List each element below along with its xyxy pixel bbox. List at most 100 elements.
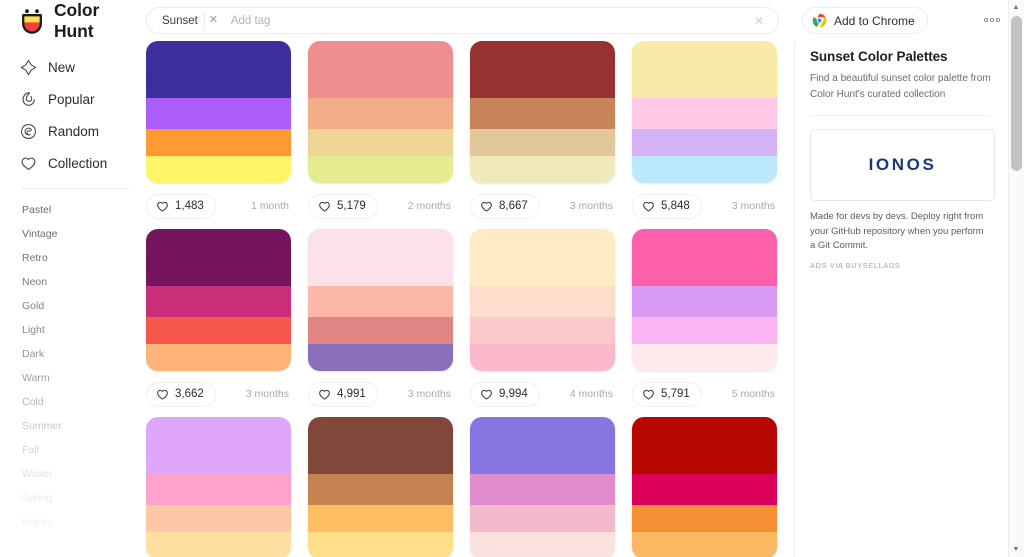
palette-color-band[interactable] bbox=[470, 156, 615, 183]
brand-logo[interactable]: Color Hunt bbox=[19, 0, 135, 42]
like-button[interactable]: 4,991 bbox=[308, 381, 378, 407]
sidebar-tag-item[interactable]: Cold bbox=[0, 390, 146, 414]
palette-color-band[interactable] bbox=[632, 229, 777, 286]
palette-color-band[interactable] bbox=[146, 41, 291, 98]
add-to-chrome-button[interactable]: Add to Chrome bbox=[802, 7, 928, 34]
caret-up-icon[interactable]: ▲ bbox=[1008, 0, 1024, 15]
palette-swatch[interactable] bbox=[470, 41, 615, 183]
palette-swatch[interactable] bbox=[632, 417, 777, 557]
palette-color-band[interactable] bbox=[632, 129, 777, 156]
palette-color-band[interactable] bbox=[308, 344, 453, 371]
palette-color-band[interactable] bbox=[308, 473, 453, 506]
like-button[interactable]: 1,483 bbox=[146, 193, 216, 219]
palette-color-band[interactable] bbox=[308, 505, 453, 532]
sidebar-tag-item[interactable]: Gold bbox=[0, 294, 146, 318]
like-button[interactable]: 8,667 bbox=[470, 193, 540, 219]
palette-color-band[interactable] bbox=[146, 129, 291, 156]
palette-color-band[interactable] bbox=[470, 473, 615, 506]
palette-card[interactable]: 5,791 5 months bbox=[632, 229, 794, 417]
palette-color-band[interactable] bbox=[632, 156, 777, 183]
palette-color-band[interactable] bbox=[470, 129, 615, 156]
palette-color-band[interactable] bbox=[308, 285, 453, 318]
active-tag-chip[interactable]: Sunset ✕ bbox=[156, 11, 222, 30]
palette-color-band[interactable] bbox=[632, 285, 777, 318]
palette-card[interactable] bbox=[146, 417, 308, 557]
palette-color-band[interactable] bbox=[632, 417, 777, 474]
palette-color-band[interactable] bbox=[146, 156, 291, 183]
palette-color-band[interactable] bbox=[308, 129, 453, 156]
palette-color-band[interactable] bbox=[632, 344, 777, 371]
like-button[interactable]: 5,848 bbox=[632, 193, 702, 219]
palette-card[interactable]: 3,662 3 months bbox=[146, 229, 308, 417]
sidebar-tag-item[interactable]: Pastel bbox=[0, 198, 146, 222]
palette-card[interactable]: 1,483 1 month bbox=[146, 41, 308, 229]
palette-color-band[interactable] bbox=[632, 97, 777, 130]
palette-swatch[interactable] bbox=[146, 41, 291, 183]
palette-color-band[interactable] bbox=[470, 505, 615, 532]
palette-swatch[interactable] bbox=[308, 417, 453, 557]
close-icon[interactable]: ✕ bbox=[748, 10, 770, 32]
palette-card[interactable]: 8,667 3 months bbox=[470, 41, 632, 229]
palette-swatch[interactable] bbox=[146, 229, 291, 371]
palette-color-band[interactable] bbox=[308, 229, 453, 286]
palette-color-band[interactable] bbox=[470, 97, 615, 130]
palette-color-band[interactable] bbox=[632, 473, 777, 506]
palette-swatch[interactable] bbox=[146, 417, 291, 557]
page-scrollbar[interactable]: ▲ ▼ bbox=[1008, 0, 1024, 557]
palette-color-band[interactable] bbox=[146, 317, 291, 344]
palette-color-band[interactable] bbox=[308, 532, 453, 557]
like-button[interactable]: 5,791 bbox=[632, 381, 702, 407]
palette-color-band[interactable] bbox=[470, 532, 615, 557]
sidebar-item-popular[interactable]: Popular bbox=[0, 83, 146, 115]
sidebar-item-new[interactable]: New bbox=[0, 51, 146, 83]
like-button[interactable]: 9,994 bbox=[470, 381, 540, 407]
search-input[interactable] bbox=[230, 9, 748, 32]
like-button[interactable]: 3,662 bbox=[146, 381, 216, 407]
palette-color-band[interactable] bbox=[308, 41, 453, 98]
sidebar-tag-item[interactable]: Retro bbox=[0, 246, 146, 270]
palette-color-band[interactable] bbox=[470, 317, 615, 344]
palette-card[interactable] bbox=[470, 417, 632, 557]
sidebar-item-random[interactable]: Random bbox=[0, 115, 146, 147]
palette-swatch[interactable] bbox=[470, 229, 615, 371]
palette-color-band[interactable] bbox=[146, 505, 291, 532]
palette-color-band[interactable] bbox=[308, 156, 453, 183]
palette-color-band[interactable] bbox=[146, 229, 291, 286]
palette-color-band[interactable] bbox=[470, 41, 615, 98]
palette-color-band[interactable] bbox=[146, 97, 291, 130]
palette-swatch[interactable] bbox=[308, 229, 453, 371]
sidebar-tag-item[interactable]: Winter bbox=[0, 462, 146, 486]
palette-swatch[interactable] bbox=[632, 41, 777, 183]
scrollbar-thumb[interactable] bbox=[1011, 16, 1022, 171]
palette-color-band[interactable] bbox=[308, 317, 453, 344]
sidebar-tag-item[interactable]: Fall bbox=[0, 438, 146, 462]
sidebar-tag-item[interactable]: Neon bbox=[0, 270, 146, 294]
palette-color-band[interactable] bbox=[146, 532, 291, 557]
palette-swatch[interactable] bbox=[308, 41, 453, 183]
ad-banner[interactable]: IONOS bbox=[810, 129, 995, 201]
palette-color-band[interactable] bbox=[632, 317, 777, 344]
sidebar-tag-item[interactable]: Happy bbox=[0, 510, 146, 534]
sidebar-tag-item[interactable]: Dark bbox=[0, 342, 146, 366]
sidebar-item-collection[interactable]: Collection bbox=[0, 147, 146, 179]
palette-color-band[interactable] bbox=[146, 285, 291, 318]
more-horizontal-icon[interactable] bbox=[980, 13, 1004, 27]
palette-color-band[interactable] bbox=[308, 97, 453, 130]
sidebar-tag-item[interactable]: Warm bbox=[0, 366, 146, 390]
palette-color-band[interactable] bbox=[308, 417, 453, 474]
palette-color-band[interactable] bbox=[470, 344, 615, 371]
palette-card[interactable]: 5,848 3 months bbox=[632, 41, 794, 229]
palette-card[interactable] bbox=[632, 417, 794, 557]
sidebar-tag-item[interactable]: Light bbox=[0, 318, 146, 342]
palette-color-band[interactable] bbox=[146, 344, 291, 371]
palette-card[interactable]: 5,179 2 months bbox=[308, 41, 470, 229]
palette-card[interactable]: 4,991 3 months bbox=[308, 229, 470, 417]
palette-swatch[interactable] bbox=[470, 417, 615, 557]
palette-color-band[interactable] bbox=[470, 285, 615, 318]
palette-card[interactable]: 9,994 4 months bbox=[470, 229, 632, 417]
palette-color-band[interactable] bbox=[470, 229, 615, 286]
sidebar-tag-item[interactable]: Summer bbox=[0, 414, 146, 438]
like-button[interactable]: 5,179 bbox=[308, 193, 378, 219]
palette-color-band[interactable] bbox=[146, 473, 291, 506]
sidebar-tag-item[interactable]: Vintage bbox=[0, 222, 146, 246]
